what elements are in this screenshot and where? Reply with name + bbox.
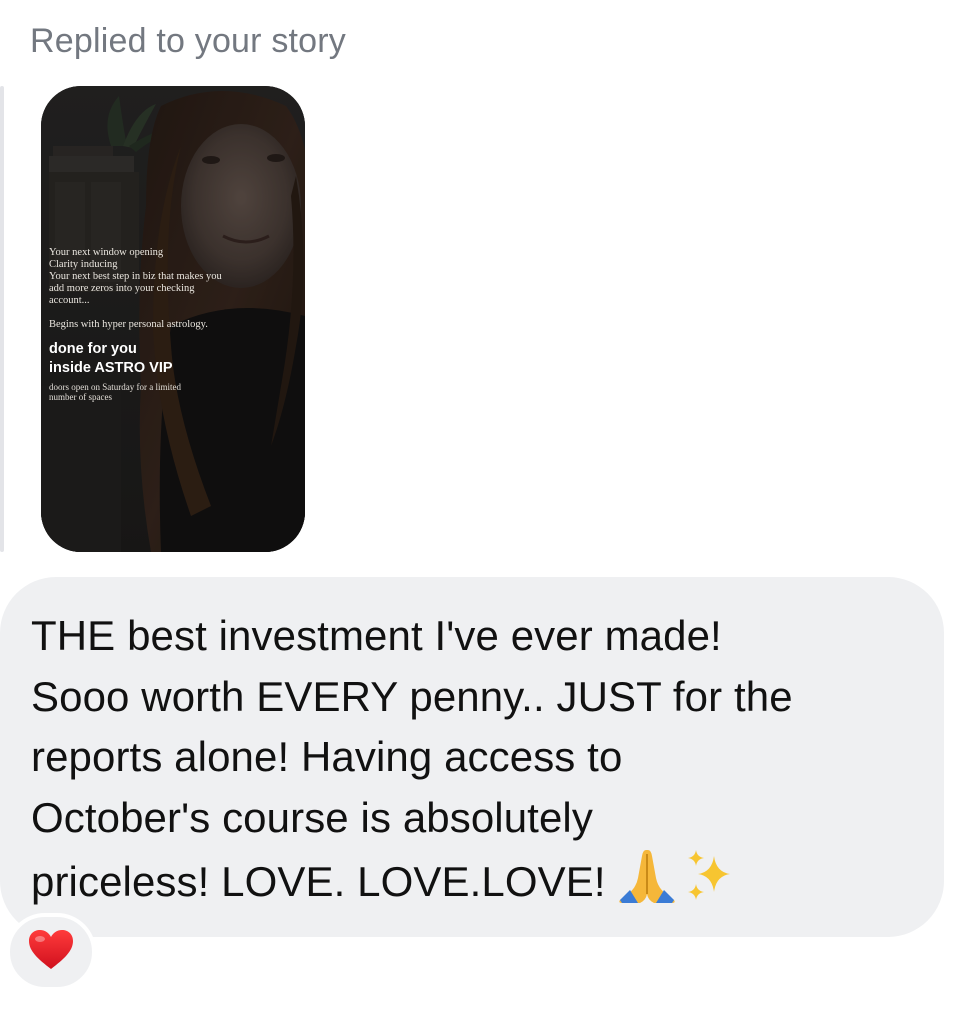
story-text-line: account... (49, 295, 90, 306)
story-headline: inside ASTRO VIP (49, 360, 173, 376)
message-line-last: priceless! LOVE. LOVE.LOVE! (31, 848, 931, 921)
message-line: Sooo worth EVERY penny.. JUST for the (31, 672, 793, 720)
message-text: THE best investment I've ever made! Sooo… (31, 606, 931, 921)
replied-to-story-label: Replied to your story (30, 22, 347, 60)
story-text-line: Your next window opening (49, 247, 164, 258)
story-text-line: Begins with hyper personal astrology. (49, 319, 208, 330)
reaction-badge[interactable] (6, 913, 96, 991)
message-thread: Replied to your story Your next window o… (0, 0, 970, 1014)
message-line: reports alone! Having access to (31, 733, 623, 780)
story-text-line: add more zeros into your checking (49, 283, 195, 294)
message-line: October's course is absolutely (31, 793, 593, 841)
story-subtext: number of spaces (49, 392, 112, 402)
story-text-line: Clarity inducing (49, 259, 118, 270)
reply-indicator-bar (0, 86, 4, 552)
praying-hands-icon (616, 848, 678, 921)
story-headline: done for you (49, 341, 137, 357)
story-subtext: doors open on Saturday for a limited (49, 382, 181, 392)
message-line: THE best investment I've ever made! (31, 612, 722, 659)
story-text-line: Your next best step in biz that makes yo… (49, 271, 222, 282)
story-preview-thumbnail[interactable]: Your next window opening Clarity inducin… (41, 86, 305, 552)
sparkles-icon (684, 848, 734, 921)
red-heart-icon (28, 929, 74, 976)
story-overlay-text: Your next window opening Clarity inducin… (49, 247, 249, 402)
message-line: priceless! LOVE. LOVE.LOVE! (31, 858, 606, 905)
